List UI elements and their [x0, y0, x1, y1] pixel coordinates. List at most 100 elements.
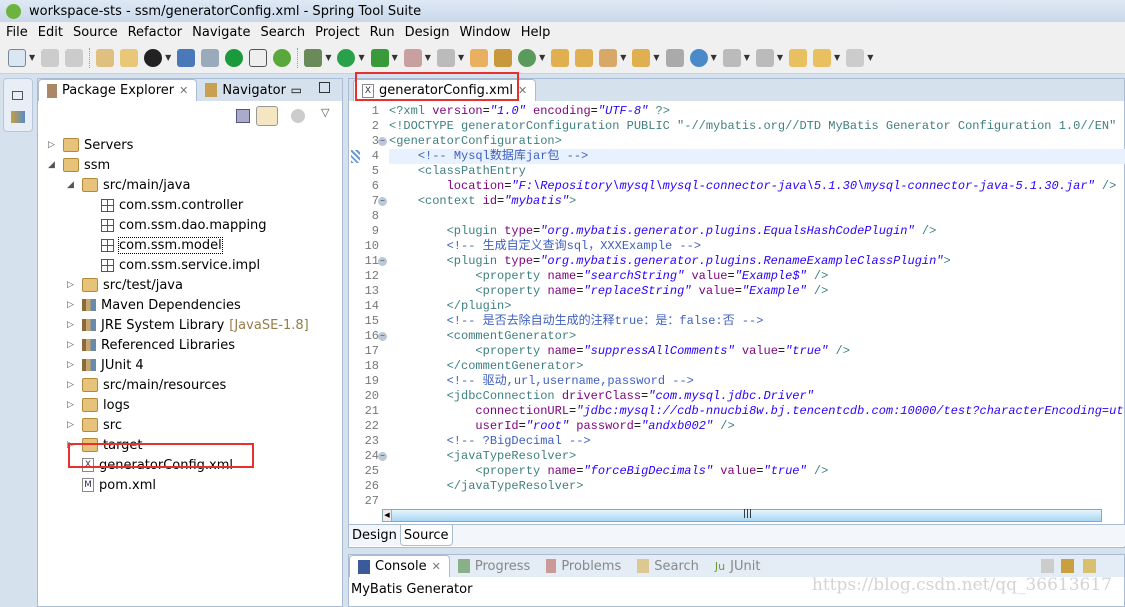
open-task-icon[interactable] — [575, 48, 594, 67]
filter-icon[interactable] — [291, 109, 305, 123]
code-line[interactable]: connectionURL="jdbc:mysql://cdb-nnucbi8w… — [389, 404, 1125, 419]
tree-item[interactable]: ◢ ssm — [48, 155, 110, 175]
close-icon[interactable]: ✕ — [432, 560, 441, 573]
fold-toggle-icon[interactable]: − — [378, 257, 387, 266]
fold-toggle-icon[interactable]: − — [378, 332, 387, 341]
menu-run[interactable]: Run — [370, 25, 395, 40]
code-line[interactable]: <!DOCTYPE generatorConfiguration PUBLIC … — [389, 119, 1125, 134]
save-icon[interactable] — [41, 48, 60, 67]
code-line[interactable]: </plugin> — [389, 299, 1125, 314]
scroll-left-icon[interactable]: ◀ — [383, 510, 392, 521]
tree-item[interactable]: ▷ Referenced Libraries — [67, 335, 235, 355]
new-package-icon[interactable] — [494, 48, 513, 67]
clear-console-icon[interactable] — [1041, 559, 1054, 573]
code-area[interactable]: 1 <?xml version="1.0" encoding="UTF-8" ?>… — [349, 104, 1125, 509]
menu-edit[interactable]: Edit — [38, 25, 63, 40]
debug-icon[interactable] — [304, 48, 323, 67]
link-with-editor-icon[interactable] — [256, 106, 278, 126]
twisty-expanded-icon[interactable]: ◢ — [48, 160, 58, 170]
open-folder-icon[interactable] — [551, 48, 570, 67]
step-icon[interactable] — [436, 48, 455, 67]
minimize-icon[interactable]: ▭ — [291, 83, 302, 97]
tab-design[interactable]: Design — [349, 525, 400, 546]
code-line[interactable]: <classPathEntry — [389, 164, 1125, 179]
code-line[interactable]: userId="root" password="andxb002" /> — [389, 419, 1125, 434]
run-external-icon[interactable] — [370, 48, 389, 67]
fold-toggle-icon[interactable]: − — [378, 197, 387, 206]
menu-design[interactable]: Design — [405, 25, 450, 40]
breakpoint-skip-icon[interactable] — [201, 48, 220, 67]
code-line[interactable]: <property name="searchString" value="Exa… — [389, 269, 1125, 284]
code-line[interactable]: <plugin type="org.mybatis.generator.plug… — [389, 254, 1125, 269]
globe-icon[interactable] — [689, 48, 708, 67]
prev-annotation-icon[interactable] — [755, 48, 774, 67]
code-line[interactable]: <!-- 生成自定义查询sql，XXXExample --> — [389, 239, 1125, 254]
code-line[interactable]: <context id="mybatis"> — [389, 194, 1125, 209]
menu-window[interactable]: Window — [459, 25, 510, 40]
spring-boot-icon[interactable] — [225, 48, 244, 67]
scroll-lock-icon[interactable] — [1061, 559, 1074, 573]
run-icon[interactable] — [337, 48, 356, 67]
fold-toggle-icon[interactable]: − — [378, 452, 387, 461]
new-class-icon[interactable] — [518, 48, 537, 67]
code-line[interactable]: <!-- Mysql数据库jar包 --> — [389, 149, 1125, 164]
menu-navigate[interactable]: Navigate — [192, 25, 250, 40]
menu-refactor[interactable]: Refactor — [128, 25, 183, 40]
show-console-icon[interactable] — [1083, 559, 1096, 573]
horizontal-scrollbar[interactable]: ◀ ||| — [382, 509, 1102, 522]
tree-item[interactable]: ▷ JUnit 4 — [67, 355, 144, 375]
menu-file[interactable]: File — [6, 25, 28, 40]
code-line[interactable]: <commentGenerator> — [389, 329, 1125, 344]
tree-item[interactable]: ▷ JRE System Library [JavaSE-1.8] — [67, 315, 309, 335]
code-line[interactable]: <property name="suppressAllComments" val… — [389, 344, 1125, 359]
tree-item[interactable]: com.ssm.model — [86, 235, 223, 255]
tab-search[interactable]: Search — [629, 555, 707, 577]
close-icon[interactable]: ✕ — [518, 84, 527, 97]
twisty-collapsed-icon[interactable]: ▷ — [67, 360, 77, 370]
open-type-icon[interactable] — [96, 48, 115, 67]
save-all-icon[interactable] — [65, 48, 84, 67]
twisty-collapsed-icon[interactable]: ▷ — [48, 140, 58, 150]
next-annotation-icon[interactable] — [722, 48, 741, 67]
tree-item[interactable]: ◢ src/main/java — [67, 175, 190, 195]
menu-search[interactable]: Search — [260, 25, 305, 40]
tree-item[interactable]: ▷ logs — [67, 395, 130, 415]
search-tool-icon[interactable] — [599, 48, 618, 67]
annotation-icon[interactable] — [665, 48, 684, 67]
menu-project[interactable]: Project — [315, 25, 359, 40]
menu-source[interactable]: Source — [73, 25, 118, 40]
new-java-project-icon[interactable] — [470, 48, 489, 67]
twisty-collapsed-icon[interactable]: ▷ — [67, 280, 77, 290]
terminal-icon[interactable] — [177, 48, 196, 67]
tab-navigator[interactable]: Navigator — [197, 79, 294, 101]
code-line[interactable]: location="F:\Repository\mysql\mysql-conn… — [389, 179, 1125, 194]
twisty-collapsed-icon[interactable]: ▷ — [67, 320, 77, 330]
new-icon[interactable] — [8, 48, 26, 67]
code-line[interactable]: </javaTypeResolver> — [389, 479, 1125, 494]
forward-icon[interactable] — [846, 48, 865, 67]
tree-item[interactable]: Mpom.xml — [67, 475, 156, 495]
tab-junit[interactable]: Ju JUnit — [707, 555, 769, 577]
tree-item[interactable]: ▷ Maven Dependencies — [67, 295, 241, 315]
code-line[interactable]: <plugin type="org.mybatis.generator.plug… — [389, 224, 1125, 239]
scroll-thumb-grip[interactable]: ||| — [743, 509, 752, 519]
view-menu-icon[interactable]: ▽ — [321, 106, 329, 119]
tree-item[interactable]: com.ssm.controller — [86, 195, 243, 215]
close-icon[interactable]: ✕ — [179, 84, 188, 97]
stop-icon[interactable] — [403, 48, 422, 67]
code-line[interactable]: <!-- ?BigDecimal --> — [389, 434, 1125, 449]
code-line[interactable] — [389, 209, 1125, 224]
code-line[interactable]: <property name="forceBigDecimals" value=… — [389, 464, 1125, 479]
outline-view-icon[interactable] — [11, 111, 25, 123]
code-line[interactable]: <!-- 驱动,url,username,password --> — [389, 374, 1125, 389]
twisty-collapsed-icon[interactable]: ▷ — [67, 300, 77, 310]
restore-icon[interactable] — [12, 91, 23, 100]
code-line[interactable]: <jdbcConnection driverClass="com.mysql.j… — [389, 389, 1125, 404]
twisty-collapsed-icon[interactable]: ▷ — [67, 420, 77, 430]
fold-toggle-icon[interactable]: − — [378, 137, 387, 146]
tab-package-explorer[interactable]: Package Explorer ✕ — [38, 79, 198, 101]
back-icon[interactable] — [813, 48, 832, 67]
tree-item[interactable]: ▷ src — [67, 415, 122, 435]
tree-item[interactable]: ▷ Servers — [48, 135, 133, 155]
tab-progress[interactable]: Progress — [450, 555, 538, 577]
